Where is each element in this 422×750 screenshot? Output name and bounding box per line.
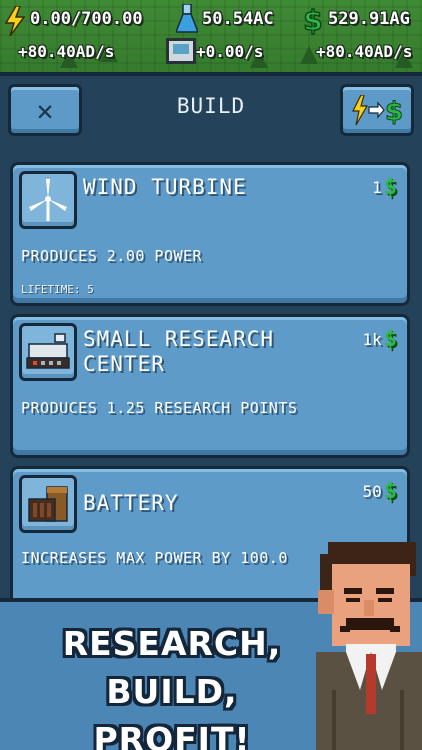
- research-rate: +0.00/s: [196, 42, 264, 61]
- dialog-header: ✕ BUILD $: [0, 76, 422, 142]
- businessman-character-icon: [316, 542, 422, 750]
- item-name: SMALL RESEARCH CENTER: [83, 327, 343, 377]
- sell-power-button[interactable]: $: [340, 84, 414, 136]
- power-to-money-icon: $: [352, 95, 402, 125]
- money-rate: +80.40AD/s: [316, 42, 413, 61]
- power-rate: +80.40AD/s: [18, 42, 115, 61]
- money-balance: 529.91AG: [328, 9, 410, 29]
- close-button[interactable]: ✕: [8, 84, 82, 136]
- item-description: PRODUCES 2.00 POWER: [21, 247, 203, 265]
- item-name: WIND TURBINE: [83, 175, 247, 199]
- dollar-icon: $: [383, 327, 397, 352]
- research-points: 50.54AC: [202, 9, 274, 29]
- dialog-title: BUILD: [176, 94, 246, 118]
- power-capacity: 0.00/700.00: [30, 9, 143, 29]
- build-item-wind-turbine[interactable]: WIND TURBINE 1 $ PRODUCES 2.00 POWER LIF…: [10, 162, 410, 306]
- money-icon: $: [303, 5, 324, 35]
- item-name-line-1: SMALL RESEARCH: [83, 327, 275, 351]
- research-flask-icon: [176, 4, 198, 33]
- research-center-icon: [19, 323, 77, 381]
- item-price: 1 $: [372, 175, 397, 200]
- item-description: PRODUCES 1.25 RESEARCH POINTS: [21, 399, 298, 417]
- promo-line-2: BUILD, PROFIT!: [93, 672, 251, 750]
- game-map-strip: 0.00/700.00 +80.40AD/s 50.54AC +0.00/s $…: [0, 0, 422, 78]
- price-value: 1: [372, 178, 382, 197]
- item-name: BATTERY: [83, 491, 179, 515]
- item-lifetime: LIFETIME: 5: [21, 283, 94, 296]
- svg-text:$: $: [303, 5, 322, 35]
- close-icon: ✕: [36, 93, 54, 127]
- price-value: 1k: [362, 330, 382, 349]
- item-description: INCREASES MAX POWER BY 100.0: [21, 549, 288, 567]
- item-price: 50 $: [362, 479, 397, 504]
- item-name-line-2: CENTER: [83, 352, 165, 376]
- promo-line-1: RESEARCH,: [62, 624, 282, 663]
- wind-turbine-icon: [19, 171, 77, 229]
- build-item-small-research-center[interactable]: SMALL RESEARCH CENTER 1k $ PRODUCES 1.25…: [10, 314, 410, 458]
- battery-icon: [19, 475, 77, 533]
- computer-icon: [166, 38, 196, 64]
- price-value: 50: [362, 482, 382, 501]
- power-bolt-icon: [4, 6, 26, 36]
- dollar-icon: $: [383, 175, 397, 200]
- item-price: 1k $: [362, 327, 397, 352]
- dollar-icon: $: [383, 479, 397, 504]
- svg-text:$: $: [385, 97, 402, 125]
- promo-headline: RESEARCH, BUILD, PROFIT!: [22, 620, 322, 750]
